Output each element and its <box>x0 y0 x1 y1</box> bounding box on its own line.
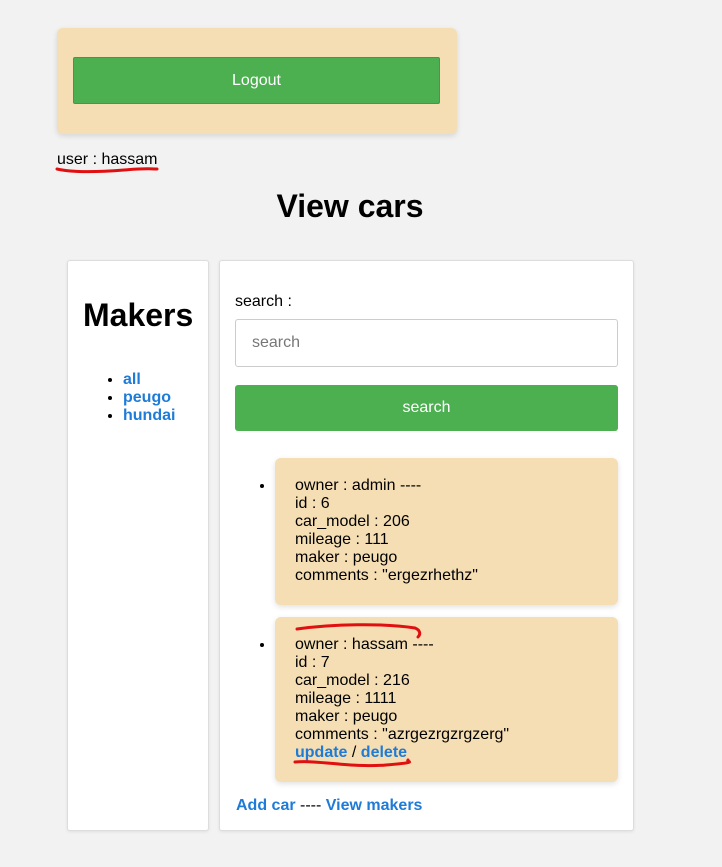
car-owner: owner : hassam ---- <box>295 636 434 653</box>
current-user-line: user : hassam <box>57 151 158 169</box>
maker-item-hundai: hundai <box>123 407 175 425</box>
car-model: car_model : 216 <box>295 672 410 689</box>
car-list: owner : admin ---- id : 6 car_model : 20… <box>275 458 618 794</box>
maker-link-all[interactable]: all <box>123 371 141 388</box>
car-model: car_model : 206 <box>295 513 410 530</box>
search-button[interactable]: search <box>235 385 618 431</box>
delete-car-link[interactable]: delete <box>361 744 407 761</box>
action-separator: / <box>347 744 361 761</box>
search-input[interactable] <box>235 319 618 367</box>
update-car-link[interactable]: update <box>295 744 347 761</box>
footer-separator: ---- <box>295 797 326 814</box>
logout-button[interactable]: Logout <box>73 57 440 104</box>
maker-link-hundai[interactable]: hundai <box>123 407 175 424</box>
maker-item-all: all <box>123 371 175 389</box>
view-makers-link[interactable]: View makers <box>326 797 423 814</box>
car-card: owner : hassam ---- id : 7 car_model : 2… <box>275 617 618 782</box>
page-title: View cars <box>276 188 424 224</box>
car-owner: owner : admin ---- <box>295 477 422 494</box>
car-maker: maker : peugo <box>295 549 398 566</box>
car-mileage: mileage : 111 <box>295 531 389 548</box>
search-label: search : <box>235 293 292 310</box>
footer-links: Add car ---- View makers <box>236 797 422 815</box>
makers-panel: Makers all peugo hundai <box>67 260 209 831</box>
makers-list: all peugo hundai <box>123 371 175 425</box>
makers-title: Makers <box>83 297 194 333</box>
car-actions: update / delete <box>295 744 598 762</box>
add-car-link[interactable]: Add car <box>236 797 296 814</box>
logout-container: Logout <box>57 28 457 134</box>
car-comments: comments : "azrgezrgzrgzerg" <box>295 726 510 743</box>
car-comments: comments : "ergezrhethz" <box>295 567 478 584</box>
maker-link-peugo[interactable]: peugo <box>123 389 171 406</box>
car-id: id : 6 <box>295 495 330 512</box>
car-id: id : 7 <box>295 654 330 671</box>
cars-panel: search : search owner : admin ---- id : … <box>219 260 634 831</box>
car-maker: maker : peugo <box>295 708 398 725</box>
car-mileage: mileage : 1111 <box>295 690 397 707</box>
user-prefix: user : <box>57 151 102 168</box>
maker-item-peugo: peugo <box>123 389 175 407</box>
username: hassam <box>101 151 158 168</box>
car-card: owner : admin ---- id : 6 car_model : 20… <box>275 458 618 605</box>
